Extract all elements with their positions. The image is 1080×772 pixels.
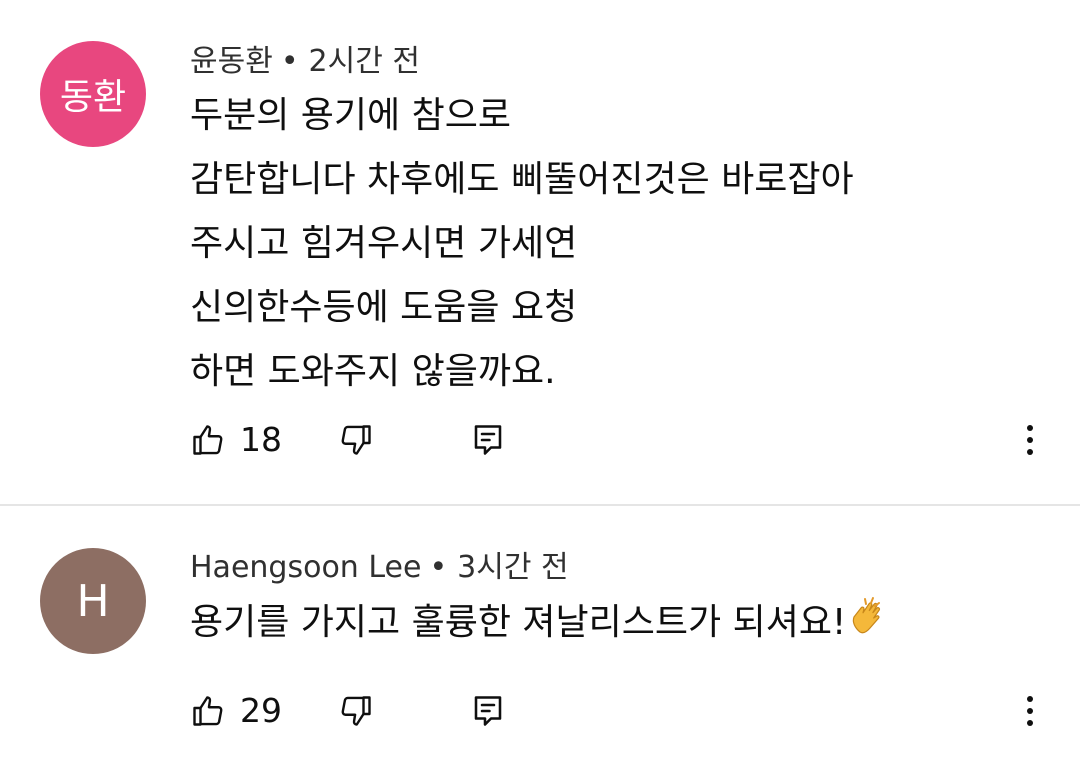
reply-button[interactable] [470, 415, 506, 465]
comment-line: 신의한수등에 도움을 요청 [190, 287, 578, 328]
comment-line: 하면 도와주지 않을까요. [190, 351, 556, 392]
author-name[interactable]: Haengsoon Lee [190, 550, 421, 585]
comment-actions: 18 [190, 415, 1050, 465]
thumbs-up-icon [190, 422, 226, 458]
avatar[interactable]: 동환 [40, 41, 146, 147]
comment-line-text: 용기를 가지고 훌륭한 져날리스트가 되셔요! [190, 602, 847, 643]
dislike-button[interactable] [338, 686, 374, 736]
dislike-button[interactable] [338, 415, 374, 465]
comment-text: 두분의 용기에 참으로 감탄합니다 차후에도 삐뚤어진것은 바로잡아 주시고 힘… [190, 84, 854, 404]
thumbs-down-icon [338, 422, 374, 458]
reply-comment-icon [470, 693, 506, 729]
thumbs-down-icon [338, 693, 374, 729]
comment-line: 용기를 가지고 훌륭한 져날리스트가 되셔요! [190, 591, 892, 655]
reply-button[interactable] [470, 686, 506, 736]
like-button[interactable]: 18 [190, 415, 282, 465]
comment-meta: Haengsoon Lee • 3시간 전 [190, 550, 569, 586]
comment-text: 용기를 가지고 훌륭한 져날리스트가 되셔요! [190, 591, 892, 655]
like-count: 18 [240, 420, 282, 459]
reply-comment-icon [470, 422, 506, 458]
clapping-hands-emoji [848, 594, 892, 659]
comment-divider [0, 504, 1080, 506]
avatar-initials: 동환 [59, 77, 127, 118]
avatar[interactable]: H [40, 548, 146, 654]
like-button[interactable]: 29 [190, 686, 282, 736]
more-vert-icon [1018, 691, 1042, 731]
comment-actions: 29 [190, 686, 1050, 736]
comment-line: 주시고 힘겨우시면 가세연 [190, 223, 578, 264]
more-vert-icon [1018, 420, 1042, 460]
like-count: 29 [240, 691, 282, 730]
thumbs-up-icon [190, 693, 226, 729]
avatar-initials: H [76, 575, 110, 627]
more-options-button[interactable] [1018, 686, 1042, 736]
comment-line: 감탄합니다 차후에도 삐뚤어진것은 바로잡아 [190, 159, 854, 200]
meta-separator: • [280, 44, 299, 79]
meta-separator: • [429, 550, 448, 585]
comment-meta: 윤동환 • 2시간 전 [190, 44, 420, 80]
comment-time: 3시간 전 [457, 550, 569, 585]
more-options-button[interactable] [1018, 415, 1042, 465]
comment-time: 2시간 전 [308, 44, 420, 79]
comment-line: 두분의 용기에 참으로 [190, 95, 511, 136]
author-name[interactable]: 윤동환 [190, 44, 273, 79]
